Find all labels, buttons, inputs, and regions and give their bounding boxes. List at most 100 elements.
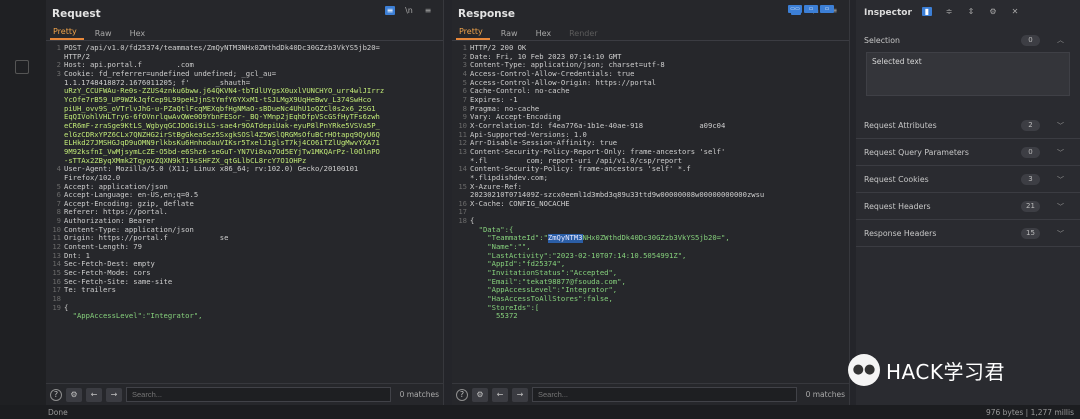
tab-pretty[interactable]: Pretty (50, 27, 84, 40)
line-number (48, 87, 61, 96)
response-tabs: Pretty Raw Hex Render (452, 27, 849, 41)
line-number: 15 (458, 181, 467, 191)
code-line: 18 (48, 294, 443, 304)
inspector-panel: Inspector ▮ ≑ ⇕ ⚙ ✕ Selection 0 ︿ Select… (856, 0, 1080, 405)
line-number (48, 96, 61, 105)
single-pane-icon[interactable]: ▭ (820, 5, 834, 13)
chevron-up-icon[interactable]: ︿ (1057, 35, 1064, 45)
line-number: 1 (56, 44, 61, 52)
response-editor[interactable]: 1 HTTP/2 200 OK 2 Date: Fri, 10 Feb 2023 07… (452, 44, 849, 379)
next-match-icon[interactable]: → (106, 387, 122, 402)
help-icon[interactable]: ? (456, 388, 468, 401)
section-count: 2 (1021, 120, 1040, 131)
status-text: Done (48, 407, 68, 417)
burp-repeater-window: Request ≡ \n ≡ Pretty Raw Hex 1 POST /api… (0, 0, 1080, 419)
help-icon[interactable]: ? (50, 388, 62, 401)
watermark: ●● HACK学习君 (848, 354, 1005, 386)
code-line: "AppAccessLevel":"Integrator", (48, 312, 443, 321)
code-text: 55372 (470, 311, 518, 321)
inspector-section[interactable]: Request Cookies 3 ﹀ (856, 167, 1080, 193)
code-line: 17 (454, 208, 849, 217)
selected-text-highlight: ZmQyNTM3 (547, 233, 583, 244)
filter-icon[interactable]: ≑ (944, 7, 954, 16)
inspector-title: Inspector (864, 8, 912, 18)
selection-label: Selection (864, 35, 900, 45)
search-input[interactable] (126, 387, 391, 402)
section-count: 15 (1021, 228, 1040, 239)
tab-hex[interactable]: Hex (127, 29, 153, 40)
code-line: 16 X-Cache: CONFIG_NOCACHE (454, 198, 849, 209)
chevron-down-icon[interactable]: ﹀ (1057, 229, 1064, 239)
line-number (48, 113, 61, 122)
section-label: Response Headers (864, 229, 937, 238)
line-number: 3 (56, 68, 61, 78)
code-line: 17 Te: trailers (48, 286, 443, 295)
next-match-icon[interactable]: → (512, 387, 528, 402)
request-search-bar: ? ⚙ ← → 0 matches (46, 383, 443, 405)
request-view-controls: ≡ \n ≡ (385, 6, 433, 15)
selection-section[interactable]: Selection 0 ︿ (856, 27, 1080, 53)
search-input[interactable] (532, 387, 797, 402)
inspector-section[interactable]: Response Headers 15 ﹀ (856, 221, 1080, 247)
code-line: 1 POST /api/v1.0/fd25374/teammates/ZmQyNT… (48, 44, 443, 53)
sidebar-icon[interactable] (15, 60, 29, 74)
code-line: 12 Content-Length: 79 (48, 242, 443, 252)
request-editor[interactable]: 1 POST /api/v1.0/fd25374/teammates/ZmQyNT… (46, 44, 443, 379)
tab-pretty[interactable]: Pretty (456, 27, 490, 40)
wrap-lines-icon[interactable]: ≡ (385, 6, 395, 15)
newline-icon[interactable]: \n (404, 6, 414, 15)
close-icon[interactable]: ✕ (1010, 7, 1020, 16)
settings-icon[interactable]: ⚙ (472, 387, 488, 402)
line-number (454, 269, 467, 278)
chevron-down-icon[interactable]: ﹀ (1057, 148, 1064, 158)
prev-match-icon[interactable]: ← (86, 387, 102, 402)
line-number (48, 122, 61, 131)
tab-raw[interactable]: Raw (92, 29, 119, 40)
section-label: Request Headers (864, 202, 931, 211)
watermark-text: HACK学习君 (886, 359, 1005, 384)
request-title: Request (52, 8, 101, 20)
line-number (454, 286, 467, 295)
chevron-down-icon[interactable]: ﹀ (1057, 175, 1064, 185)
gear-icon[interactable]: ⚙ (988, 7, 998, 16)
collapse-icon[interactable]: ⇕ (966, 7, 976, 16)
line-number: 4 (56, 164, 61, 174)
tab-raw[interactable]: Raw (498, 29, 525, 40)
section-count: 0 (1021, 147, 1040, 158)
status-bar: Done 976 bytes | 1,277 millis (0, 405, 1080, 419)
code-text: X-Cache: CONFIG_NOCACHE (470, 198, 570, 208)
split-horizontal-icon[interactable]: ▭▭ (788, 5, 802, 13)
tab-render[interactable]: Render (566, 29, 604, 40)
inspector-section[interactable]: Request Headers 21 ﹀ (856, 194, 1080, 220)
tab-hex[interactable]: Hex (533, 29, 559, 40)
line-number (48, 139, 61, 148)
inspector-section[interactable]: Request Query Parameters 0 ﹀ (856, 140, 1080, 166)
chevron-down-icon[interactable]: ﹀ (1057, 202, 1064, 212)
prev-match-icon[interactable]: ← (492, 387, 508, 402)
line-number (48, 312, 61, 321)
matches-count: 0 matches (805, 390, 845, 399)
line-number (48, 79, 61, 88)
line-number (454, 278, 467, 287)
inspector-section[interactable]: Request Attributes 2 ﹀ (856, 113, 1080, 139)
left-sidebar (0, 0, 46, 405)
response-title: Response (458, 8, 516, 20)
chevron-down-icon[interactable]: ﹀ (1057, 121, 1064, 131)
line-number (454, 260, 467, 269)
line-number (454, 295, 467, 304)
section-label: Request Cookies (864, 175, 929, 184)
split-vertical-icon[interactable]: ▭ (804, 5, 818, 13)
menu-icon[interactable]: ≡ (423, 6, 433, 15)
layout-icon[interactable]: ▮ (922, 7, 932, 16)
code-line: 18{ (454, 216, 849, 226)
section-label: Request Query Parameters (864, 148, 969, 157)
code-text: POST /api/v1.0/fd25374/teammates/ZmQyNTM… (64, 44, 380, 52)
line-number (48, 131, 61, 140)
wechat-icon: ●● (848, 354, 880, 386)
section-count: 3 (1021, 174, 1040, 185)
line-number: 19 (52, 302, 61, 312)
response-search-bar: ? ⚙ ← → 0 matches (452, 383, 849, 405)
line-number: 14 (458, 164, 467, 174)
settings-icon[interactable]: ⚙ (66, 387, 82, 402)
inspector-controls: ▮ ≑ ⇕ ⚙ ✕ (922, 7, 1020, 16)
